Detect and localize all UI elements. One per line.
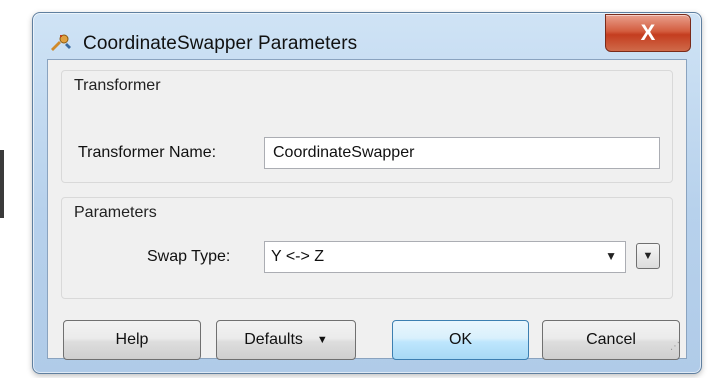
title-bar[interactable]: CoordinateSwapper Parameters X: [33, 13, 701, 63]
transformer-name-label: Transformer Name:: [78, 144, 217, 161]
window-title: CoordinateSwapper Parameters: [83, 33, 358, 54]
help-button-label: Help: [115, 331, 149, 348]
defaults-button[interactable]: Defaults ▼: [216, 320, 356, 360]
defaults-button-label: Defaults: [244, 331, 303, 348]
ok-button[interactable]: OK: [392, 320, 529, 360]
chevron-down-icon: ▼: [605, 249, 617, 263]
transformer-group: Transformer Transformer Name:: [61, 70, 673, 183]
background-edge-mark: [0, 150, 4, 218]
cancel-button[interactable]: Cancel: [542, 320, 680, 360]
close-icon: X: [640, 20, 656, 45]
transformer-icon: [51, 34, 71, 51]
swap-type-value: Y <-> Z: [271, 248, 325, 265]
caret-down-icon: ▼: [316, 334, 328, 346]
dialog-body: Transformer Transformer Name: Parameters…: [47, 59, 687, 360]
swap-type-select[interactable]: Y <-> Z ▼: [264, 241, 626, 273]
cancel-button-label: Cancel: [586, 331, 636, 348]
transformer-group-title: Transformer: [74, 77, 161, 94]
resize-grip-icon[interactable]: ⋰: [670, 342, 682, 354]
close-button[interactable]: X: [605, 14, 691, 52]
parameters-group: Parameters Swap Type: Y <-> Z ▼ ▼: [61, 197, 673, 299]
transformer-name-input[interactable]: [264, 137, 660, 169]
help-button[interactable]: Help: [63, 320, 201, 360]
chevron-down-icon: ▼: [642, 250, 654, 262]
swap-type-label: Swap Type:: [147, 248, 231, 265]
dialog-window: CoordinateSwapper Parameters X Transform…: [32, 12, 702, 374]
parameters-group-title: Parameters: [74, 204, 157, 221]
swap-type-options-button[interactable]: ▼: [636, 243, 660, 269]
ok-button-label: OK: [448, 331, 473, 348]
